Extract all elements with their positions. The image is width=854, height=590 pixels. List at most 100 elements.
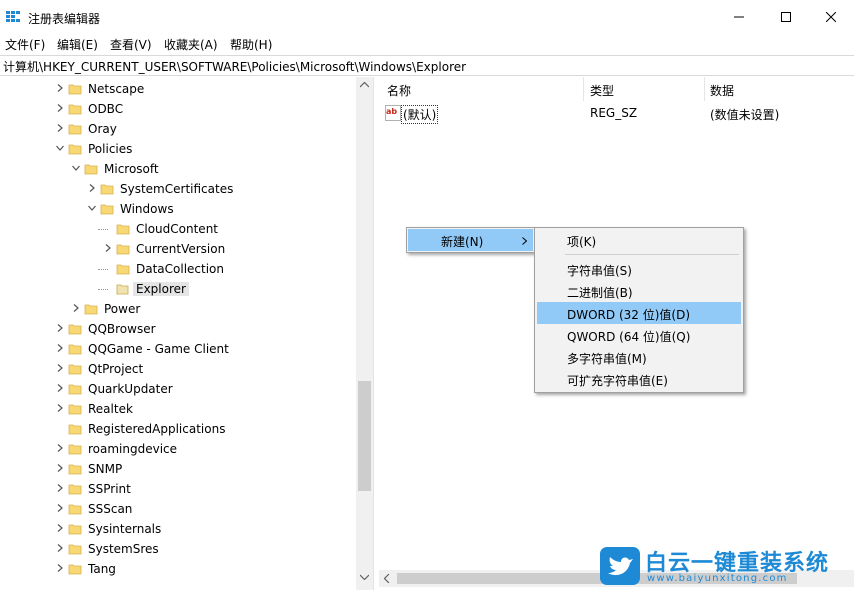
tree-item[interactable]: CloudContent — [0, 219, 356, 239]
submenu-item-binary[interactable]: 二进制值(B) — [537, 280, 741, 302]
twitter-bird-icon — [600, 547, 640, 585]
address-bar[interactable]: 计算机\HKEY_CURRENT_USER\SOFTWARE\Policies\… — [0, 55, 854, 76]
tree-item[interactable]: Realtek — [0, 399, 356, 419]
menu-favorites[interactable]: 收藏夹(A) — [164, 36, 218, 53]
tree-item[interactable]: ODBC — [0, 99, 356, 119]
tree-item-label: SystemCertificates — [120, 182, 234, 196]
chevron-right-icon[interactable] — [104, 244, 112, 252]
value-name[interactable]: (默认) — [401, 105, 439, 124]
scroll-up-icon[interactable] — [360, 82, 369, 88]
tree-item[interactable]: DataCollection — [0, 259, 356, 279]
address-path[interactable]: 计算机\HKEY_CURRENT_USER\SOFTWARE\Policies\… — [3, 58, 466, 75]
tree-item[interactable]: Microsoft — [0, 159, 356, 179]
submenu-item-key[interactable]: 项(K) — [537, 229, 741, 251]
chevron-right-icon[interactable] — [72, 304, 80, 312]
tree-item[interactable]: SystemSres — [0, 539, 356, 559]
tree-item-label: ODBC — [88, 102, 124, 116]
folder-icon — [116, 222, 130, 236]
chevron-right-icon[interactable] — [88, 184, 96, 192]
ab-string-icon: ab — [385, 105, 401, 121]
chevron-right-icon[interactable] — [56, 404, 64, 412]
tree-vertical-scrollbar[interactable] — [356, 77, 373, 590]
submenu-item-expandable-string[interactable]: 可扩充字符串值(E) — [537, 368, 741, 390]
tree-item[interactable]: QtProject — [0, 359, 356, 379]
submenu-item-dword[interactable]: DWORD (32 位)值(D) — [537, 302, 741, 324]
submenu-item-string[interactable]: 字符串值(S) — [537, 258, 741, 280]
submenu-item-label: 项(K) — [567, 235, 597, 249]
new-menu-label: 新建(N) — [441, 235, 484, 249]
tree-item[interactable]: roamingdevice — [0, 439, 356, 459]
chevron-right-icon[interactable] — [56, 104, 64, 112]
folder-icon — [68, 502, 82, 516]
tree-item[interactable]: SSPrint — [0, 479, 356, 499]
chevron-right-icon[interactable] — [56, 444, 64, 452]
chevron-right-icon[interactable] — [56, 384, 64, 392]
tree-scroll-thumb[interactable] — [358, 381, 371, 491]
chevron-right-icon[interactable] — [56, 344, 64, 352]
chevron-right-icon[interactable] — [56, 524, 64, 532]
tree-item-label: Microsoft — [104, 162, 159, 176]
chevron-down-icon[interactable] — [72, 164, 80, 172]
chevron-right-icon[interactable] — [56, 84, 64, 92]
chevron-right-icon[interactable] — [56, 464, 64, 472]
column-header-type[interactable]: 类型 — [590, 77, 614, 101]
chevron-right-icon[interactable] — [56, 124, 64, 132]
menu-view[interactable]: 查看(V) — [110, 36, 152, 53]
new-submenu: 项(K) 字符串值(S) 二进制值(B) DWORD (32 位)值(D) QW… — [534, 227, 744, 393]
tree-item-label: CurrentVersion — [136, 242, 226, 256]
tree-item[interactable]: Policies — [0, 139, 356, 159]
new-menu-item[interactable]: 新建(N) — [408, 229, 533, 251]
submenu-item-qword[interactable]: QWORD (64 位)值(Q) — [537, 324, 741, 346]
tree-item[interactable]: Oray — [0, 119, 356, 139]
tree-item-label: SystemSres — [88, 542, 159, 556]
tree-item-label: QuarkUpdater — [88, 382, 173, 396]
column-divider[interactable] — [704, 77, 705, 101]
tree-item[interactable]: Sysinternals — [0, 519, 356, 539]
chevron-right-icon[interactable] — [56, 484, 64, 492]
key-tree[interactable]: Netscape ODBC Oray Policies Microsoft SystemC… — [0, 77, 372, 590]
scroll-down-icon[interactable] — [360, 574, 369, 580]
tree-item[interactable]: Explorer — [0, 279, 356, 299]
tree-item[interactable]: CurrentVersion — [0, 239, 356, 259]
column-header-data[interactable]: 数据 — [710, 77, 734, 101]
maximize-button[interactable] — [763, 0, 809, 34]
column-header-name[interactable]: 名称 — [387, 77, 411, 101]
chevron-right-icon[interactable] — [56, 324, 64, 332]
list-item[interactable]: ab (默认) REG_SZ (数值未设置) — [379, 103, 854, 124]
minimize-button[interactable] — [716, 0, 762, 34]
menu-edit[interactable]: 编辑(E) — [57, 36, 98, 53]
submenu-item-multi-string[interactable]: 多字符串值(M) — [537, 346, 741, 368]
tree-item[interactable]: SNMP — [0, 459, 356, 479]
folder-icon — [68, 542, 82, 556]
chevron-down-icon[interactable] — [56, 144, 64, 152]
chevron-down-icon[interactable] — [88, 204, 96, 212]
tree-item-label: Oray — [88, 122, 117, 136]
close-button[interactable] — [808, 0, 854, 34]
tree-item[interactable]: Power — [0, 299, 356, 319]
menu-help[interactable]: 帮助(H) — [230, 36, 272, 53]
folder-icon — [84, 302, 98, 316]
menu-file[interactable]: 文件(F) — [5, 36, 45, 53]
tree-item[interactable]: Windows — [0, 199, 356, 219]
chevron-right-icon[interactable] — [56, 504, 64, 512]
tree-item-label: CloudContent — [136, 222, 219, 236]
tree-item[interactable]: QuarkUpdater — [0, 379, 356, 399]
tree-item[interactable]: QQBrowser — [0, 319, 356, 339]
close-icon — [826, 12, 836, 22]
chevron-right-icon[interactable] — [56, 564, 64, 572]
regedit-app-icon — [6, 11, 20, 23]
column-divider[interactable] — [583, 77, 584, 101]
tree-connector — [98, 229, 108, 230]
tree-item[interactable]: Tang — [0, 559, 356, 579]
tree-item[interactable]: SystemCertificates — [0, 179, 356, 199]
chevron-right-icon[interactable] — [56, 544, 64, 552]
tree-item[interactable]: RegisteredApplications — [0, 419, 356, 439]
tree-item[interactable]: SSScan — [0, 499, 356, 519]
folder-icon — [68, 422, 82, 436]
open-folder-icon — [116, 282, 130, 296]
tree-item[interactable]: QQGame - Game Client — [0, 339, 356, 359]
tree-item[interactable]: Netscape — [0, 79, 356, 99]
chevron-right-icon[interactable] — [56, 364, 64, 372]
tree-item-label: Windows — [120, 202, 174, 216]
scroll-left-icon[interactable] — [384, 574, 390, 583]
